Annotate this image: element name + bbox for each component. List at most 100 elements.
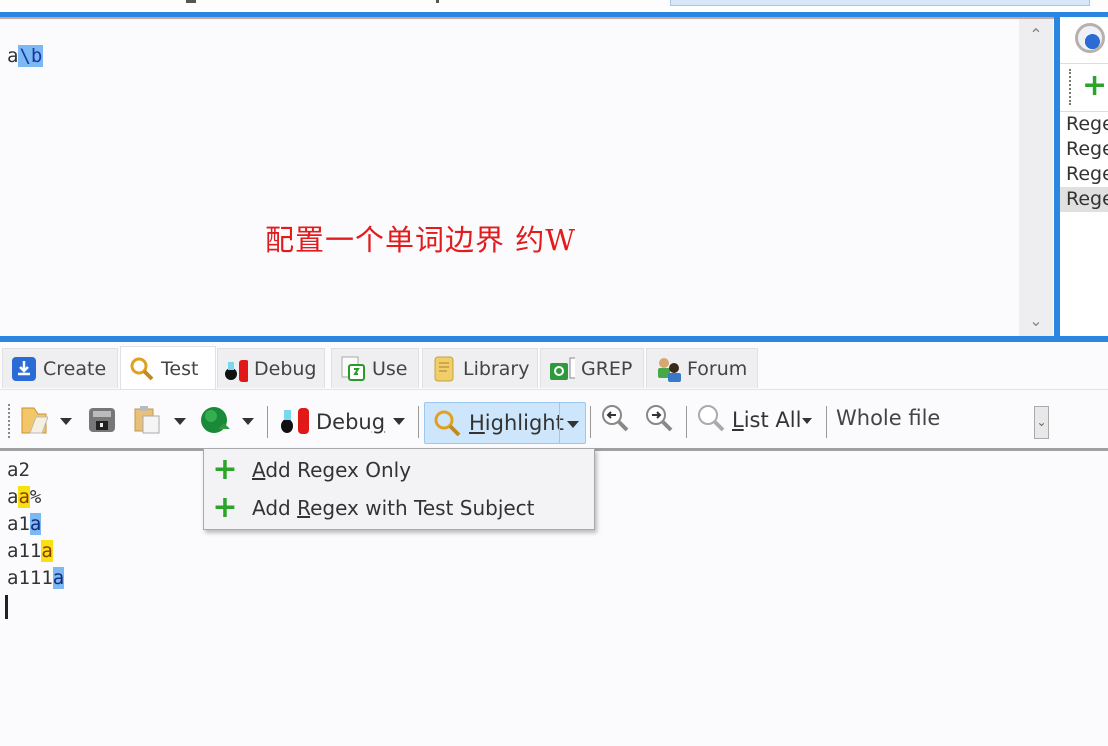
text-cursor [5, 595, 8, 619]
tab-label: Library [463, 357, 530, 380]
regex-word-boundary-token: \b [18, 45, 44, 67]
annotation-caption: 配置一个单词边界 约W [265, 223, 577, 257]
tab-label: Debug [254, 357, 317, 380]
regex-editor[interactable]: a\b 配置一个单词边界 约W [0, 19, 1054, 336]
previous-match-button[interactable] [600, 403, 630, 437]
scroll-down-icon[interactable]: ⌄ [1019, 311, 1053, 330]
tab-label: Forum [687, 357, 748, 380]
toolbar-grip[interactable] [8, 404, 10, 438]
save-button[interactable] [88, 408, 116, 436]
top-strip-mark [186, 0, 196, 3]
magnifier-icon [696, 403, 726, 437]
divider [1060, 63, 1108, 64]
history-list-item[interactable]: Regex [1060, 187, 1108, 212]
tab-use[interactable]: Use [331, 348, 419, 388]
scope-select[interactable]: Whole file [836, 406, 940, 430]
tab-library[interactable]: Library [422, 348, 538, 388]
subject-line: a111a [7, 565, 65, 592]
debug-dropdown-caret-icon[interactable] [393, 418, 405, 425]
bug-icon [222, 356, 248, 382]
main-tabs: Create Test Debug Use Library GREP Forum [0, 342, 1108, 390]
split-button-divider [559, 403, 560, 443]
regex-vertical-scrollbar[interactable]: ⌃ ⌄ [1019, 19, 1053, 336]
export-dropdown-caret-icon[interactable] [242, 418, 254, 425]
top-strip-toolbar [670, 0, 1090, 6]
history-list-item[interactable]: Regex [1060, 162, 1108, 187]
use-icon [340, 356, 366, 382]
zoom-prev-icon [600, 403, 630, 437]
history-panel: + RegexRegexRegexRegex [1060, 19, 1108, 336]
save-icon [88, 405, 116, 439]
export-button[interactable] [200, 405, 230, 439]
history-list-item[interactable]: Regex [1060, 137, 1108, 162]
list-all-label: List All [732, 408, 802, 432]
open-button[interactable] [20, 405, 49, 439]
library-icon [431, 356, 457, 382]
test-subject-editor[interactable]: a2 aa% a1a a11a a111a [7, 457, 65, 592]
menu-item-add-regex-only[interactable]: + Add Regex Only [204, 453, 594, 487]
magnifier-icon [433, 409, 461, 437]
subject-line: a2 [7, 457, 64, 484]
tab-create[interactable]: Create [2, 348, 118, 388]
scroll-up-icon[interactable]: ⌃ [1019, 25, 1053, 44]
plus-icon[interactable]: + [1082, 71, 1107, 101]
toolbar-separator [590, 406, 591, 438]
forum-icon [655, 356, 681, 382]
menu-item-add-regex-with-test-subject[interactable]: + Add Regex with Test Subject [204, 491, 594, 525]
tab-debug[interactable]: Debug [217, 348, 325, 388]
tab-grep[interactable]: GREP [540, 348, 644, 388]
debug-button[interactable]: Debug [278, 408, 385, 436]
tab-label: Test [161, 357, 199, 380]
folder-open-icon [20, 405, 49, 439]
toolbar-separator [267, 406, 268, 438]
clock-icon[interactable] [1075, 23, 1105, 53]
regex-input[interactable]: a\b [7, 45, 44, 67]
create-icon [11, 356, 37, 382]
menu-item-label: Add Regex Only [252, 458, 412, 482]
toolbar-separator [418, 406, 419, 438]
tab-test[interactable]: Test [120, 346, 216, 390]
highlight-button-label: Highlight [469, 411, 564, 435]
toolbar-grip[interactable] [1069, 69, 1071, 105]
tab-label: GREP [581, 357, 633, 380]
paste-dropdown-caret-icon[interactable] [174, 418, 186, 425]
subject-line: a11a [7, 538, 64, 565]
highlight-button[interactable]: Highlight [424, 402, 586, 444]
subject-text: a111 [7, 567, 53, 589]
match-highlight: a [52, 567, 65, 589]
highlight-dropdown-caret-icon[interactable] [567, 421, 579, 428]
magnifier-icon [129, 356, 155, 382]
subject-line: a1a [7, 511, 64, 538]
scope-dropdown-button[interactable]: ⌄ [1034, 406, 1049, 439]
globe-icon [200, 405, 230, 439]
toolbar-separator [826, 406, 827, 438]
open-dropdown-caret-icon[interactable] [60, 418, 72, 425]
paste-button[interactable] [133, 405, 161, 439]
top-strip [0, 0, 1108, 12]
subject-text: a11 [7, 540, 42, 562]
debug-button-label: Debug [316, 410, 386, 434]
clipboard-icon [133, 405, 161, 439]
match-highlight: a [18, 486, 30, 508]
tab-label: Use [372, 357, 408, 380]
subject-text: % [29, 486, 42, 508]
subject-text: a1 [7, 513, 30, 535]
bug-icon [278, 405, 312, 439]
next-match-button[interactable] [644, 403, 674, 437]
regex-plain: a [7, 45, 19, 67]
highlight-dropdown-menu: + Add Regex Only + Add Regex with Test S… [203, 448, 595, 530]
test-toolbar: Debug Highlight List All Whole file ⌄ [0, 390, 1108, 448]
toolbar-separator [686, 406, 687, 438]
tab-forum[interactable]: Forum [646, 348, 758, 388]
history-list: RegexRegexRegexRegex [1060, 111, 1108, 212]
plus-icon: + [212, 452, 238, 487]
top-strip-mark [436, 0, 439, 3]
subject-text: a2 [7, 459, 30, 481]
list-all-dropdown-caret-icon[interactable] [802, 418, 812, 424]
list-all-button[interactable]: List All [696, 403, 802, 437]
zoom-next-icon [644, 403, 674, 437]
plus-icon: + [212, 490, 238, 525]
menu-item-label: Add Regex with Test Subject [252, 496, 535, 520]
match-highlight: a [41, 540, 53, 562]
history-list-item[interactable]: Regex [1060, 112, 1108, 137]
